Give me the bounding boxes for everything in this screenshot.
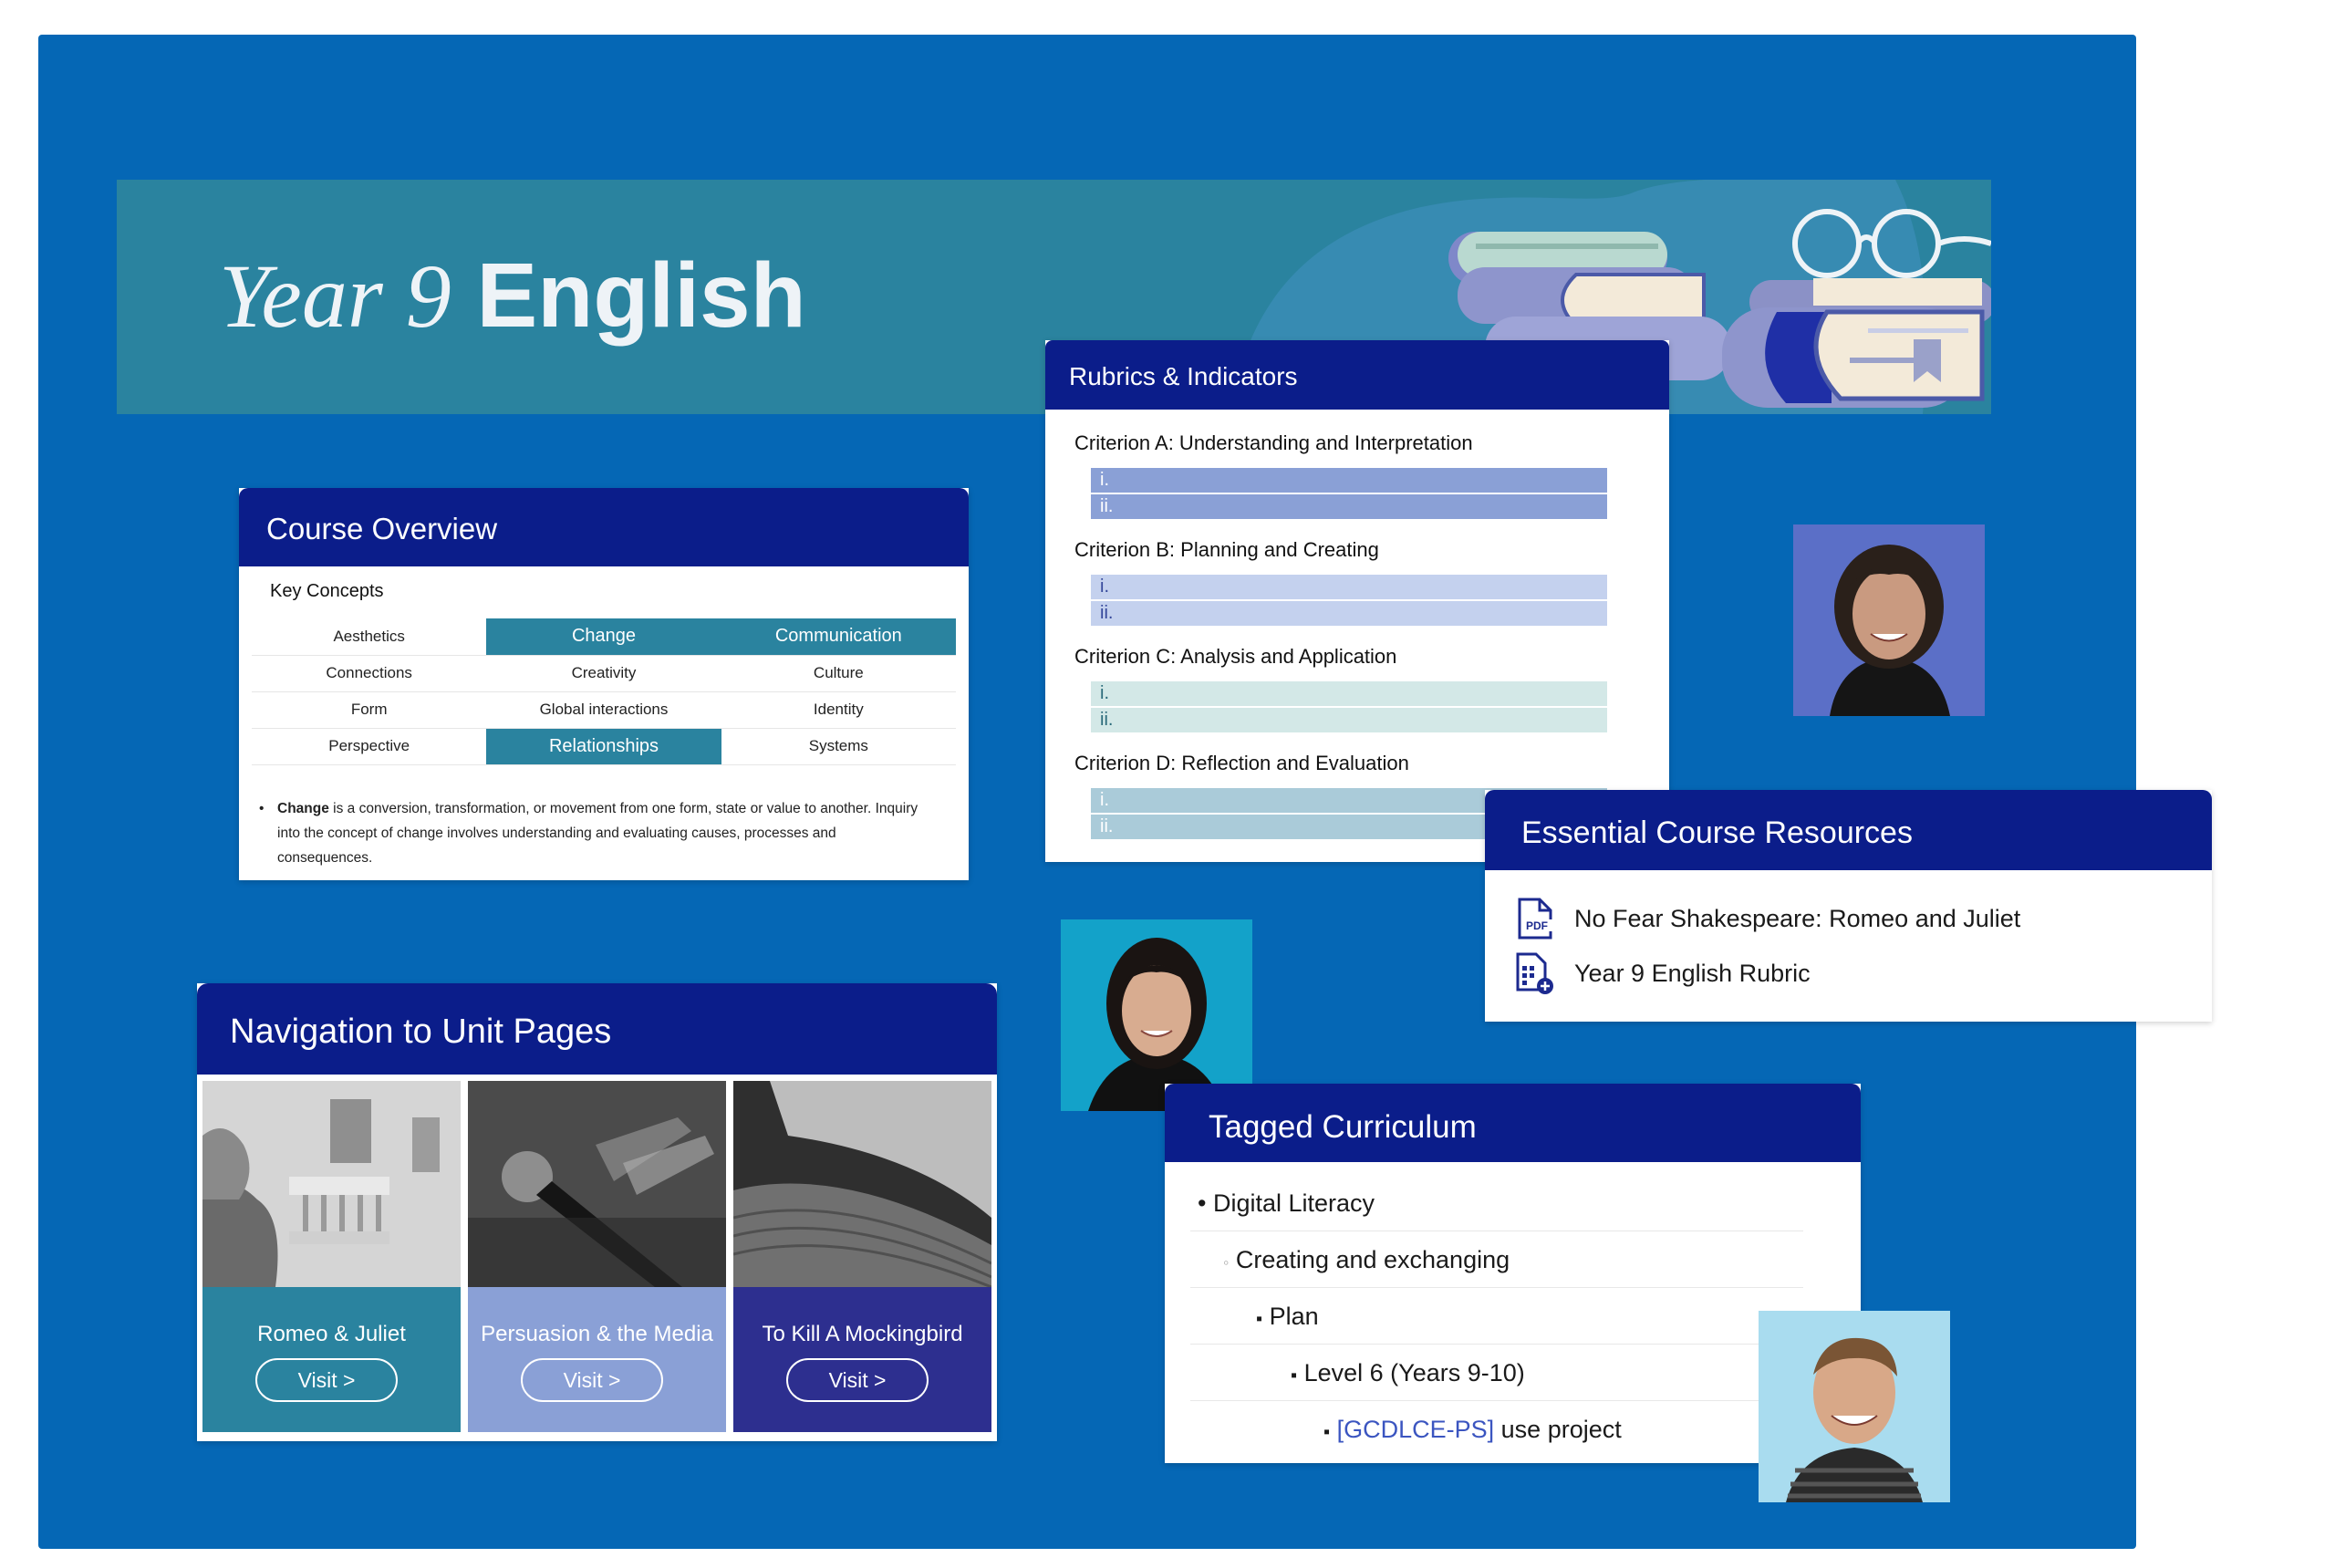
balcony-photo <box>202 1081 461 1287</box>
course-title-subject: English <box>476 244 806 347</box>
course-title: Year 9 English <box>219 244 806 348</box>
list-item: ▪ Level 6 (Years 9-10) <box>1190 1345 1803 1401</box>
criterion-c-indicator-i[interactable]: i. <box>1091 681 1607 706</box>
bullet-icon: • <box>259 801 265 816</box>
table-row: Form Global interactions Identity <box>252 691 956 729</box>
unit-title: Romeo & Juliet <box>257 1322 406 1346</box>
key-concepts-table: Aesthetics Change Communication Connecti… <box>252 618 956 765</box>
table-row: Connections Creativity Culture <box>252 655 956 692</box>
list-item: ▪ Plan <box>1190 1288 1803 1345</box>
unit-tile-mockingbird: To Kill A Mockingbird Visit > <box>733 1081 991 1432</box>
concept-cell: Culture <box>721 655 956 692</box>
key-concepts-label: Key Concepts <box>270 581 384 601</box>
table-row: Perspective Relationships Systems <box>252 728 956 765</box>
concept-cell: Global interactions <box>486 691 721 729</box>
hollow-bullet-icon: ◦ <box>1223 1253 1230 1272</box>
table-row: Aesthetics Change Communication <box>252 618 956 656</box>
resource-label: No Fear Shakespeare: Romeo and Juliet <box>1574 904 2021 932</box>
rubrics-panel: Rubrics & Indicators Criterion A: Unders… <box>1045 340 1669 862</box>
spreadsheet-file-icon <box>1516 952 1553 994</box>
list-item: • Digital Literacy <box>1190 1175 1803 1231</box>
unit-navigation-heading: Navigation to Unit Pages <box>197 983 997 1075</box>
rubrics-heading: Rubrics & Indicators <box>1045 340 1669 410</box>
unit-tile-persuasion-media: Persuasion & the Media Visit > <box>468 1081 726 1432</box>
concept-cell-highlighted: Relationships <box>486 728 721 765</box>
concept-cell: Connections <box>252 655 487 692</box>
criterion-a-indicator-ii[interactable]: ii. <box>1091 494 1607 519</box>
resources-heading: Essential Course Resources <box>1485 790 2212 870</box>
unit-title: To Kill A Mockingbird <box>762 1322 963 1346</box>
tile-footer: Persuasion & the Media Visit > <box>468 1287 726 1432</box>
person-photo-woman-curly-hair <box>1793 524 1985 716</box>
course-overview-heading: Course Overview <box>239 488 969 566</box>
curriculum-code-link[interactable]: [GCDLCE-PS] <box>1337 1416 1495 1443</box>
unit-title: Persuasion & the Media <box>481 1322 713 1346</box>
resource-link-rubric[interactable]: Year 9 English Rubric <box>1512 950 1811 996</box>
criterion-c-indicator-ii[interactable]: ii. <box>1091 708 1607 732</box>
square-bullet-icon: ▪ <box>1323 1422 1331 1442</box>
concept-cell: Aesthetics <box>252 618 487 656</box>
resource-label: Year 9 English Rubric <box>1574 959 1811 987</box>
square-bullet-icon: ▪ <box>1291 1366 1298 1386</box>
concept-description: is a conversion, transformation, or move… <box>277 801 918 866</box>
concept-cell: Identity <box>721 691 956 729</box>
list-item: ▪ [GCDLCE-PS] use project <box>1323 1416 1622 1443</box>
tile-footer: To Kill A Mockingbird Visit > <box>733 1287 991 1432</box>
course-overview-panel: Course Overview Key Concepts Aesthetics … <box>239 488 969 880</box>
concept-cell: Systems <box>721 728 956 765</box>
person-photo-young-woman <box>1061 919 1252 1111</box>
open-book-photo <box>733 1081 991 1287</box>
criterion-b-label: Criterion B: Planning and Creating <box>1074 538 1379 561</box>
criterion-b-indicator-i[interactable]: i. <box>1091 575 1607 599</box>
concept-cell: Perspective <box>252 728 487 765</box>
pdf-badge: PDF <box>1526 919 1548 932</box>
visit-button[interactable]: Visit > <box>255 1358 398 1402</box>
course-title-year: Year 9 <box>219 245 451 347</box>
bullet-icon: • <box>1198 1189 1207 1217</box>
resource-link-romeo-juliet[interactable]: PDF No Fear Shakespeare: Romeo and Julie… <box>1512 896 2020 941</box>
concept-cell-highlighted: Change <box>486 618 721 656</box>
tagged-curriculum-panel: Tagged Curriculum • Digital Literacy ◦ C… <box>1165 1084 1861 1463</box>
list-item: ◦ Creating and exchanging <box>1190 1231 1803 1288</box>
tile-footer: Romeo & Juliet Visit > <box>202 1287 461 1432</box>
concept-cell: Form <box>252 691 487 729</box>
criterion-a-label: Criterion A: Understanding and Interpret… <box>1074 431 1473 454</box>
criterion-c-label: Criterion C: Analysis and Application <box>1074 645 1397 668</box>
unit-navigation-panel: Navigation to Unit Pages Romeo & Juliet … <box>197 983 997 1441</box>
tagged-curriculum-heading: Tagged Curriculum <box>1165 1084 1861 1162</box>
visit-button[interactable]: Visit > <box>521 1358 663 1402</box>
microphone-photo <box>468 1081 726 1287</box>
visit-button[interactable]: Visit > <box>786 1358 929 1402</box>
pdf-file-icon: PDF <box>1518 898 1554 940</box>
square-bullet-icon: ▪ <box>1256 1309 1263 1329</box>
concept-definition: • Change is a conversion, transformation… <box>259 796 934 870</box>
concept-cell: Creativity <box>486 655 721 692</box>
criterion-a-indicator-i[interactable]: i. <box>1091 468 1607 493</box>
unit-tile-romeo-juliet: Romeo & Juliet Visit > <box>202 1081 461 1432</box>
concept-cell-highlighted: Communication <box>721 618 956 656</box>
criterion-b-indicator-ii[interactable]: ii. <box>1091 601 1607 626</box>
resources-panel: Essential Course Resources PDF No Fear S… <box>1485 790 2212 1022</box>
person-photo-man-smiling <box>1759 1311 1950 1502</box>
criterion-d-label: Criterion D: Reflection and Evaluation <box>1074 752 1409 774</box>
concept-term: Change <box>277 801 329 816</box>
